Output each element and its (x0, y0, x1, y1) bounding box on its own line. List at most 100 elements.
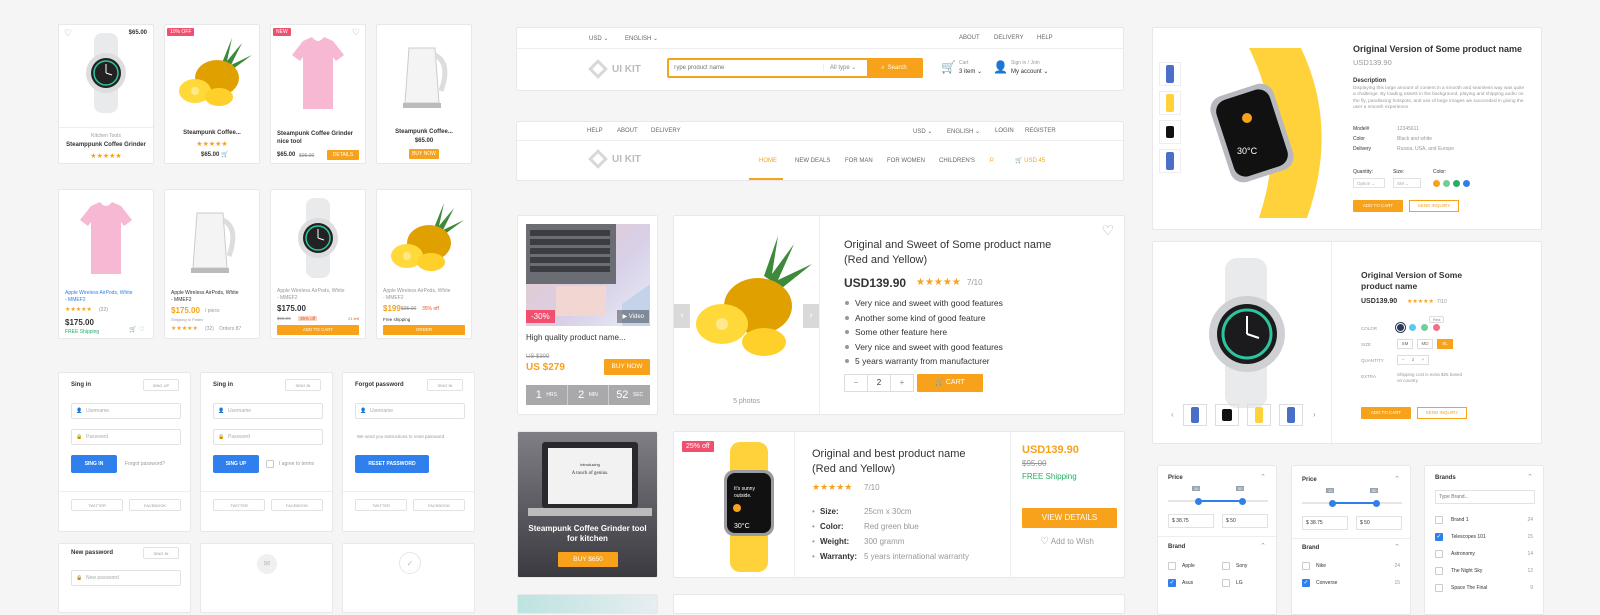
minus-icon[interactable]: − (845, 375, 867, 391)
add-to-cart-button[interactable]: ADD TO CART (1361, 407, 1411, 419)
plus-icon[interactable]: + (1418, 356, 1428, 364)
deal-card[interactable]: -30% ▶ Video High quality product name..… (517, 215, 658, 415)
forgot-password-link[interactable]: Forgot password? (125, 461, 165, 467)
top-link-about[interactable]: ABOUT (959, 35, 980, 41)
top-link-about[interactable]: ABOUT (617, 128, 638, 134)
brand-checkbox[interactable] (1302, 562, 1310, 570)
color-swatch-navy[interactable] (1397, 324, 1404, 331)
color-swatch-blue[interactable] (1463, 180, 1470, 187)
nav-for-women[interactable]: FOR WOMEN (887, 158, 925, 164)
size-md[interactable]: MD (1417, 339, 1433, 349)
quantity-stepper[interactable]: − 2 + (1397, 355, 1429, 365)
chevron-up-icon[interactable]: ⌃ (1527, 473, 1533, 481)
facebook-button[interactable]: FACEBOOK (129, 499, 181, 511)
send-inquiry-button[interactable]: SEND INQUIRY (1409, 200, 1459, 212)
product-name[interactable]: Steampunk Coffee Grinder nice tool (277, 131, 357, 147)
search-input[interactable] (673, 62, 813, 74)
language-select[interactable]: ENGLISH ⌄ (947, 128, 980, 135)
chevron-up-icon[interactable]: ⌃ (1394, 475, 1400, 483)
chevron-up-icon[interactable]: ⌃ (1394, 543, 1400, 551)
cart-icon[interactable]: 🛒 (941, 60, 956, 74)
brand-checkbox[interactable] (1222, 579, 1230, 587)
reset-password-button[interactable]: RESET PASSWORD (355, 455, 429, 473)
heart-icon[interactable]: ♡ (1101, 222, 1114, 239)
thumbnail[interactable] (1247, 404, 1271, 426)
product-name[interactable]: Steampunk Coffee... (377, 129, 471, 135)
brand-checkbox[interactable] (1435, 567, 1443, 575)
product-card[interactable]: ♡ $65.00 Kitchen Tools Steamppunk Coffee… (58, 24, 154, 164)
thumbnail[interactable] (1159, 62, 1181, 86)
send-inquiry-button[interactable]: SEND INQUIRY (1417, 407, 1467, 419)
slider-handle-min[interactable] (1329, 500, 1336, 507)
heart-icon[interactable]: ♡ (352, 27, 360, 38)
view-details-button[interactable]: VIEW DETAILS (1022, 508, 1117, 528)
prev-arrow-icon[interactable]: ‹ (1171, 410, 1174, 419)
brand-checkbox[interactable]: ✓ (1168, 579, 1176, 587)
max-price-input[interactable]: $ 50 (1222, 514, 1268, 528)
my-account[interactable]: My account ⌄ (1011, 68, 1048, 75)
top-link-help[interactable]: HELP (1037, 35, 1053, 41)
thumbnail[interactable] (1159, 91, 1181, 115)
slider-handle-max[interactable] (1239, 498, 1246, 505)
sign-up-button[interactable]: SING UP (213, 455, 259, 473)
password-input[interactable]: 🔒 Password (213, 429, 323, 445)
quantity-value[interactable]: 2 (1408, 356, 1418, 364)
product-name[interactable]: Apple Wireless AirPods, White - MMEF2 (65, 290, 135, 303)
color-swatch-cyan[interactable] (1409, 324, 1416, 331)
sign-in-tab[interactable]: SING IN (427, 379, 463, 391)
size-select[interactable]: SM ⌄ (1393, 178, 1421, 188)
buy-now-button[interactable]: BUY NOW (604, 359, 650, 375)
thumbnail[interactable] (1215, 404, 1239, 426)
thumbnail[interactable] (1159, 149, 1181, 173)
product-card[interactable]: Apple Wireless AirPods, White - MMEF2 ★★… (58, 189, 154, 339)
product-card[interactable]: Apple Wireless AirPods, White - MMEF2 $1… (164, 189, 260, 339)
sign-in-tab[interactable]: SING IN (143, 547, 179, 559)
brand-checkbox[interactable]: ✓ (1435, 533, 1443, 541)
plus-icon[interactable]: + (891, 375, 913, 391)
add-to-cart-button[interactable]: 🛒 CART (917, 374, 983, 392)
order-button[interactable]: ORDER (383, 325, 465, 335)
search-button[interactable]: ⌕ Search (867, 60, 921, 76)
next-arrow-icon[interactable]: › (803, 304, 819, 328)
brand-search-input[interactable] (1435, 490, 1535, 504)
size-sm[interactable]: SM (1397, 339, 1413, 349)
product-name[interactable]: Apple Wireless AirPods, White - MMEF2 (171, 290, 241, 303)
prev-arrow-icon[interactable]: ‹ (674, 304, 690, 328)
twitter-button[interactable]: TWITTER (71, 499, 123, 511)
type-select[interactable]: All type ⌄ (823, 64, 856, 71)
promo-card[interactable]: Introducing A touch of genius. Steampunk … (517, 431, 658, 578)
nav-home[interactable]: HOME (759, 158, 777, 164)
cart-total[interactable]: 🛒 USD 45 (1015, 157, 1045, 164)
language-select[interactable]: ENGLISH ⌄ (625, 35, 658, 42)
register-link[interactable]: REGISTER (1025, 128, 1056, 134)
color-swatch-mint[interactable] (1421, 324, 1428, 331)
sign-in-button[interactable]: SING IN (71, 455, 117, 473)
sign-up-tab[interactable]: SING UP (143, 379, 179, 391)
search-icon[interactable]: ⌕ (989, 154, 995, 165)
slider-handle-max[interactable] (1373, 500, 1380, 507)
product-name[interactable]: Apple Wireless AirPods, White - MMEF2 (383, 288, 453, 301)
currency-select[interactable]: USD ⌄ (589, 35, 608, 42)
minus-icon[interactable]: − (1398, 356, 1408, 364)
sign-in-link[interactable]: Sign in / Join (1011, 60, 1040, 66)
twitter-button[interactable]: TWITTER (355, 499, 407, 511)
slider-handle-min[interactable] (1195, 498, 1202, 505)
heart-icon[interactable]: ♡ (139, 326, 144, 333)
brand-checkbox[interactable]: ✓ (1302, 579, 1310, 587)
thumbnail[interactable] (1279, 404, 1303, 426)
brand-checkbox[interactable] (1435, 584, 1443, 592)
facebook-button[interactable]: FACEBOOK (413, 499, 465, 511)
buy-button[interactable]: BUY $650 (558, 552, 618, 567)
username-input[interactable]: 👤 Username (213, 403, 323, 419)
new-password-input[interactable]: 🔒 New password (71, 570, 181, 586)
username-input[interactable]: 👤 Username (71, 403, 181, 419)
cart-icon[interactable]: 🛒 (129, 326, 136, 333)
quantity-value[interactable]: 2 (867, 375, 891, 391)
nav-new-deals[interactable]: NEW DEALS (795, 158, 830, 164)
chevron-up-icon[interactable]: ⌃ (1260, 473, 1266, 481)
buy-now-button[interactable]: BUY NOW (409, 149, 439, 159)
facebook-button[interactable]: FACEBOOK (271, 499, 323, 511)
twitter-button[interactable]: TWITTER (213, 499, 265, 511)
top-link-help[interactable]: HELP (587, 128, 603, 134)
product-name[interactable]: High quality product name... (526, 333, 626, 342)
